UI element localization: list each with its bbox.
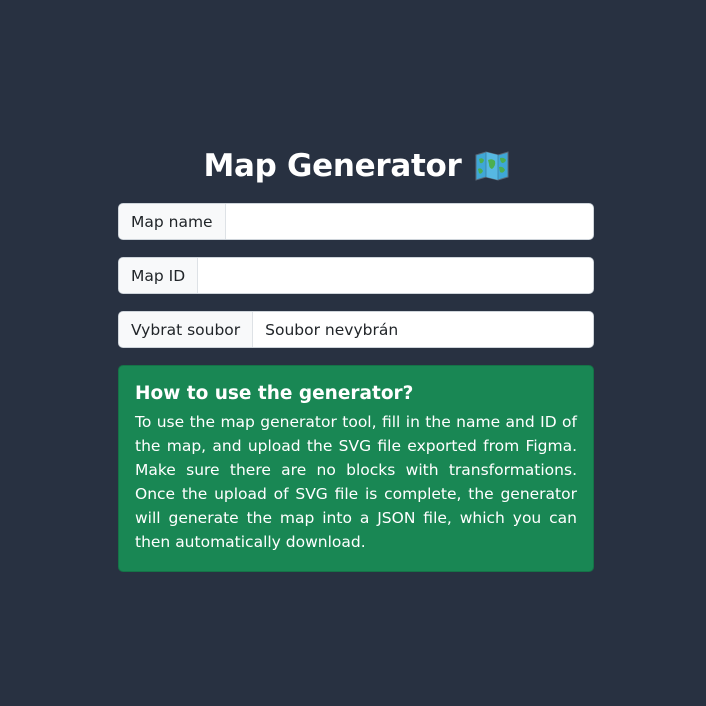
file-status-label[interactable]: Soubor nevybrán [253,312,593,347]
generator-container: Map Generator Map name Map ID Vybrat sou… [118,146,594,572]
how-to-alert: How to use the generator? To use the map… [118,365,594,572]
map-id-label: Map ID [119,258,199,293]
file-upload-group[interactable]: Vybrat soubor Soubor nevybrán [118,311,594,348]
alert-body: To use the map generator tool, fill in t… [135,413,577,551]
map-id-input[interactable] [198,258,593,293]
world-map-icon [475,151,509,181]
map-id-group: Map ID [118,257,594,294]
page-title-text: Map Generator [203,148,462,184]
alert-heading: How to use the generator? [135,383,414,404]
map-name-group: Map name [118,203,594,240]
choose-file-button[interactable]: Vybrat soubor [119,312,254,347]
map-name-input[interactable] [225,204,593,239]
map-name-label: Map name [119,204,226,239]
page-title: Map Generator [118,146,594,186]
